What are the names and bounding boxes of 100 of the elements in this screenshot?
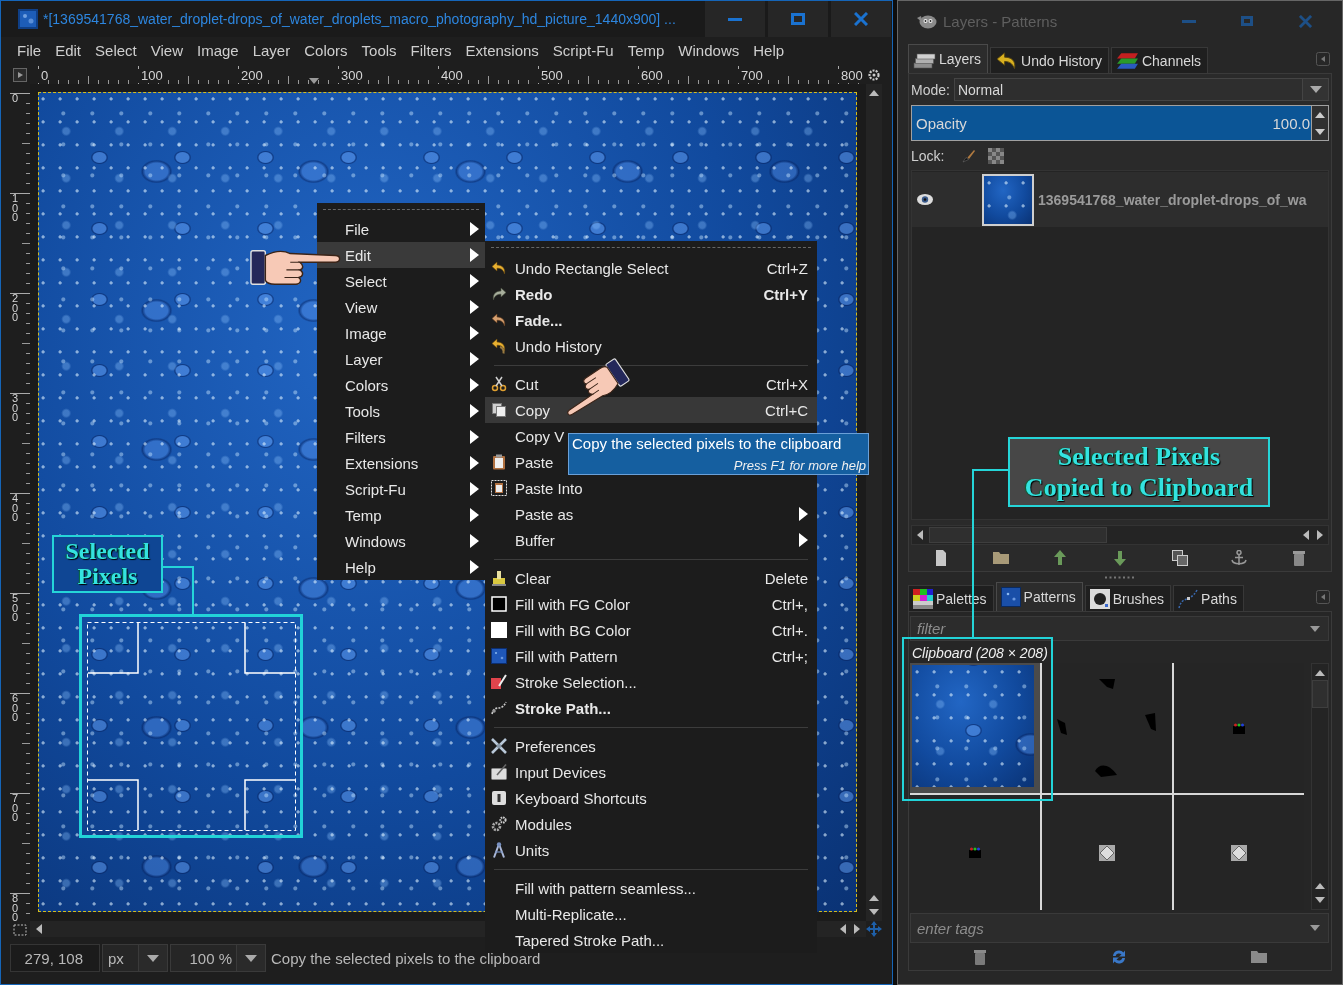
- menu-item[interactable]: Copy Ctrl+C: [485, 397, 817, 423]
- anchor-icon[interactable]: [1231, 550, 1248, 566]
- scrollbar-thumb[interactable]: [929, 527, 1107, 543]
- menu-item[interactable]: Copy V: [485, 423, 567, 449]
- brush-icon[interactable]: [962, 149, 977, 163]
- menu-item[interactable]: Undo Rectangle Select Ctrl+Z: [485, 255, 817, 281]
- menu-item[interactable]: Keyboard Shortcuts: [485, 785, 649, 811]
- trash-icon[interactable]: [971, 948, 988, 965]
- filter-field[interactable]: filter: [910, 616, 1329, 641]
- vertical-scrollbar[interactable]: [1311, 663, 1329, 910]
- unit-dropdown[interactable]: px: [102, 944, 168, 972]
- menu-item[interactable]: Select: [88, 42, 144, 59]
- dropdown-arrow-icon[interactable]: [1310, 625, 1320, 632]
- menu-item[interactable]: Help: [317, 554, 485, 580]
- menu-item[interactable]: Undo History: [485, 333, 604, 359]
- folder-icon[interactable]: [1251, 948, 1268, 965]
- menu-item[interactable]: File: [317, 216, 485, 242]
- menu-item[interactable]: Input Devices: [485, 759, 608, 785]
- pattern-tile[interactable]: [1042, 663, 1172, 793]
- menu-item[interactable]: Temp: [620, 42, 672, 59]
- menu-item[interactable]: Fill with Pattern Ctrl+;: [485, 643, 817, 669]
- menu-item[interactable]: Redo Ctrl+Y: [485, 281, 817, 307]
- menu-item[interactable]: Windows: [671, 42, 747, 59]
- menu-item[interactable]: Fill with pattern seamless...: [485, 875, 698, 901]
- menu-item[interactable]: Units: [485, 837, 552, 863]
- duplicate-icon[interactable]: [1171, 550, 1188, 566]
- vertical-scrollbar[interactable]: [866, 84, 882, 921]
- scroll-down-icon[interactable]: [869, 909, 879, 915]
- scrollbar-thumb[interactable]: [1312, 680, 1328, 708]
- dock-tab[interactable]: Layers: [908, 44, 989, 73]
- scroll-down-icon[interactable]: [1315, 897, 1325, 903]
- scroll-left-icon[interactable]: [917, 530, 923, 540]
- up-arrow-icon[interactable]: [1052, 550, 1069, 566]
- pattern-tile[interactable]: [1042, 795, 1172, 910]
- menu-item[interactable]: Modules: [485, 811, 574, 837]
- pattern-tile[interactable]: [1174, 795, 1304, 910]
- checkerboard-icon[interactable]: [988, 148, 1005, 164]
- scroll-up-icon[interactable]: [869, 895, 879, 901]
- menu-item[interactable]: Paste: [485, 449, 556, 475]
- menu-item[interactable]: Help: [746, 42, 792, 59]
- tags-field[interactable]: enter tags: [910, 913, 1329, 943]
- menu-item[interactable]: Fill with FG Color Ctrl+,: [485, 591, 817, 617]
- menu-item[interactable]: Stroke Path...: [485, 695, 613, 721]
- menu-item[interactable]: Image: [317, 320, 485, 346]
- menu-item[interactable]: Clear Delete: [485, 565, 817, 591]
- dock-tab[interactable]: Paths: [1173, 585, 1244, 611]
- menu-item[interactable]: Cut Ctrl+X: [485, 371, 817, 397]
- scroll-left-icon[interactable]: [1303, 530, 1309, 540]
- trash-icon[interactable]: [1291, 550, 1308, 566]
- tab-menu-icon[interactable]: [1316, 51, 1330, 66]
- menu-item[interactable]: Select: [317, 268, 485, 294]
- refresh-icon[interactable]: [1111, 948, 1128, 965]
- horizontal-scrollbar[interactable]: [911, 525, 1329, 545]
- tab-menu-icon[interactable]: [1316, 590, 1330, 604]
- dock-tab[interactable]: Channels: [1110, 47, 1209, 73]
- menu-item[interactable]: Layer: [317, 346, 485, 372]
- menu-item[interactable]: Multi-Replicate...: [485, 901, 629, 927]
- dotted-circle-icon[interactable]: [868, 69, 880, 81]
- scroll-left-icon[interactable]: [36, 924, 42, 934]
- close-button[interactable]: [831, 1, 891, 37]
- menu-item[interactable]: Preferences: [485, 733, 598, 759]
- menu-item[interactable]: Paste Into: [485, 475, 585, 501]
- scroll-up-icon[interactable]: [869, 90, 879, 96]
- menu-item[interactable]: Tools: [317, 398, 485, 424]
- scroll-up-icon[interactable]: [1315, 670, 1325, 676]
- menu-item[interactable]: Image: [190, 42, 246, 59]
- menu-item[interactable]: Edit: [317, 242, 485, 268]
- mode-dropdown[interactable]: Normal: [953, 78, 1329, 101]
- scroll-right-icon[interactable]: [1317, 530, 1323, 540]
- menu-item[interactable]: Script-Fu: [545, 42, 621, 59]
- scroll-right-icon[interactable]: [854, 924, 860, 934]
- zoom-dropdown[interactable]: 100 %: [170, 944, 266, 972]
- menu-item[interactable]: Colors: [317, 372, 485, 398]
- menu-item[interactable]: Extensions: [317, 450, 485, 476]
- menu-item[interactable]: Colors: [297, 42, 355, 59]
- maximize-button[interactable]: [768, 1, 828, 37]
- dock-tab[interactable]: Brushes: [1084, 585, 1172, 611]
- dropdown-arrow-icon[interactable]: [1310, 925, 1320, 931]
- down-arrow-icon[interactable]: [1111, 550, 1128, 566]
- spin-up-icon[interactable]: [1315, 111, 1325, 118]
- menu-item[interactable]: Windows: [317, 528, 485, 554]
- menu-item[interactable]: View: [317, 294, 485, 320]
- dock-tab[interactable]: Undo History: [990, 47, 1109, 73]
- menu-item[interactable]: Filters: [403, 42, 459, 59]
- menu-item[interactable]: Tools: [354, 42, 404, 59]
- folder-icon[interactable]: [992, 550, 1009, 566]
- menu-item[interactable]: Edit: [48, 42, 89, 59]
- menu-item[interactable]: Fade...: [485, 307, 565, 333]
- move-arrows-icon[interactable]: [866, 921, 882, 937]
- menu-item[interactable]: Paste as: [485, 501, 817, 527]
- menu-item[interactable]: Buffer: [485, 527, 817, 553]
- pattern-tile[interactable]: [910, 795, 1040, 910]
- menu-item[interactable]: Temp: [317, 502, 485, 528]
- spin-down-icon[interactable]: [1315, 128, 1325, 135]
- dashed-rectangle-icon[interactable]: [13, 924, 27, 936]
- menu-item[interactable]: Fill with BG Color Ctrl+.: [485, 617, 817, 643]
- scroll-up-icon[interactable]: [1315, 883, 1325, 889]
- grip-dots-icon[interactable]: [1104, 576, 1136, 579]
- eye-icon[interactable]: [917, 194, 933, 205]
- layer-row[interactable]: 1369541768_water_droplet-drops_of_wa: [912, 172, 1328, 227]
